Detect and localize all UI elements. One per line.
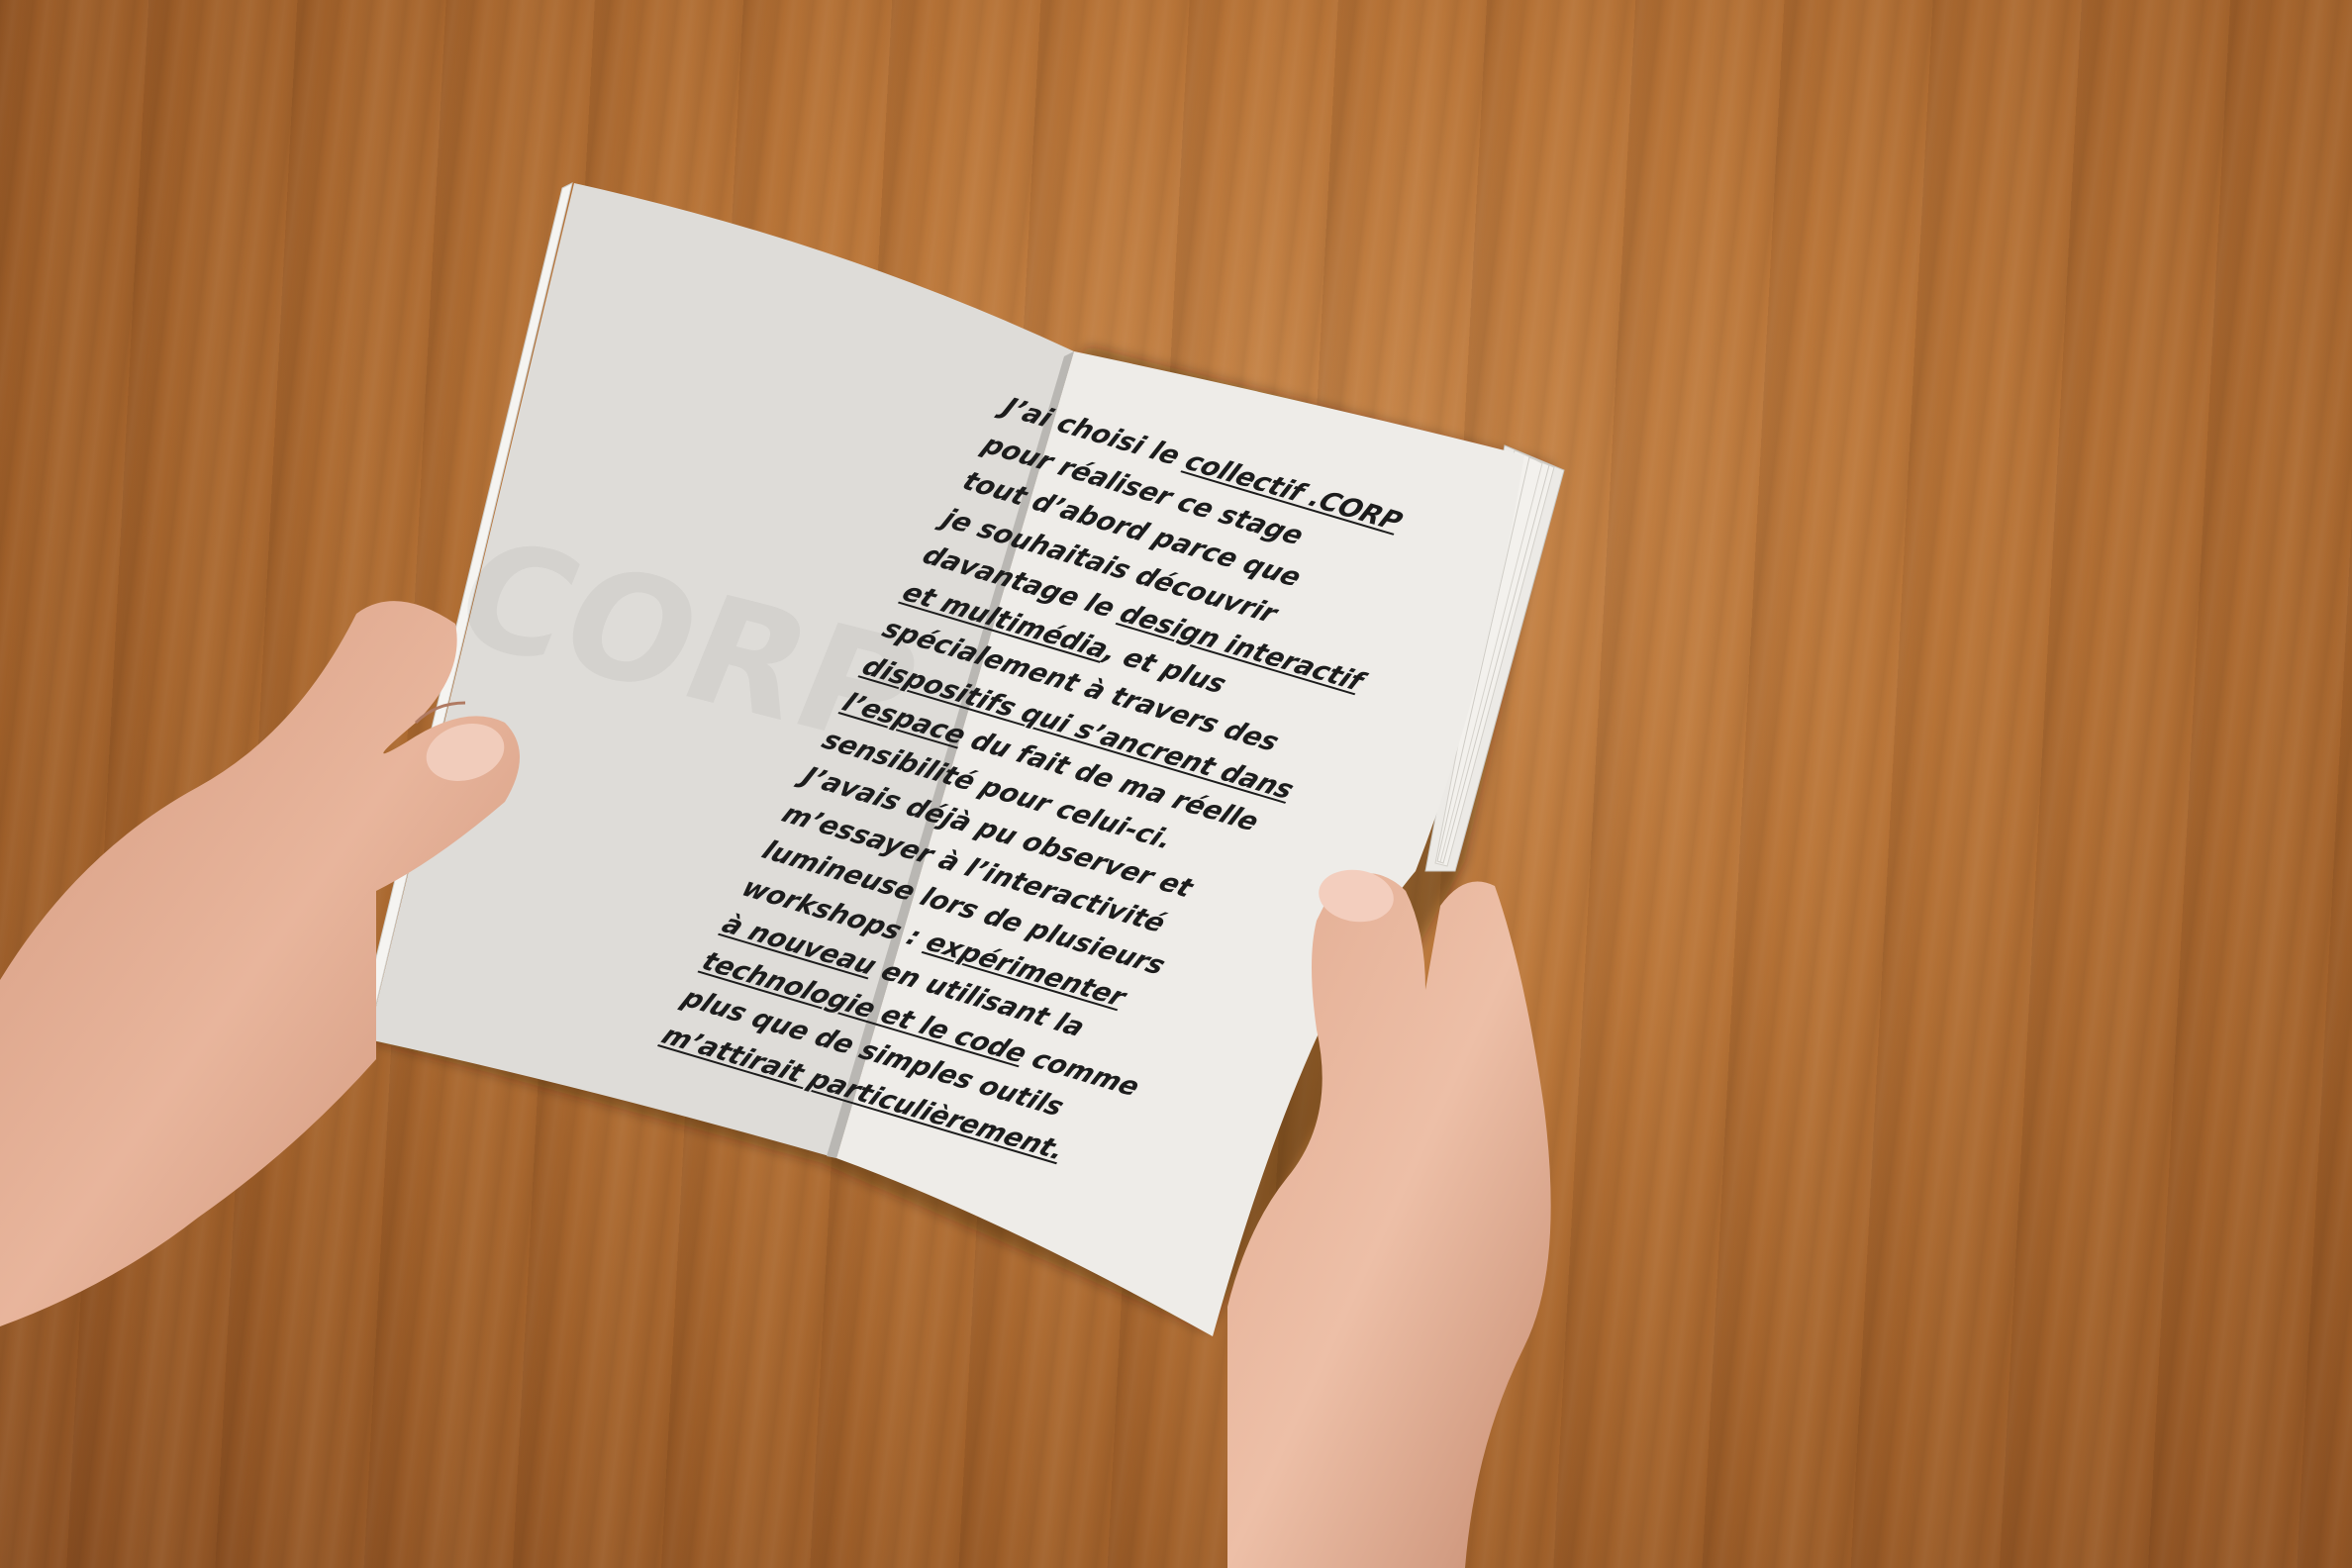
- right-hand: [1227, 869, 1551, 1568]
- photo-scene: CORP J’ai choisi le collectif .CORP pour …: [0, 0, 2352, 1568]
- left-hand: [0, 601, 520, 1326]
